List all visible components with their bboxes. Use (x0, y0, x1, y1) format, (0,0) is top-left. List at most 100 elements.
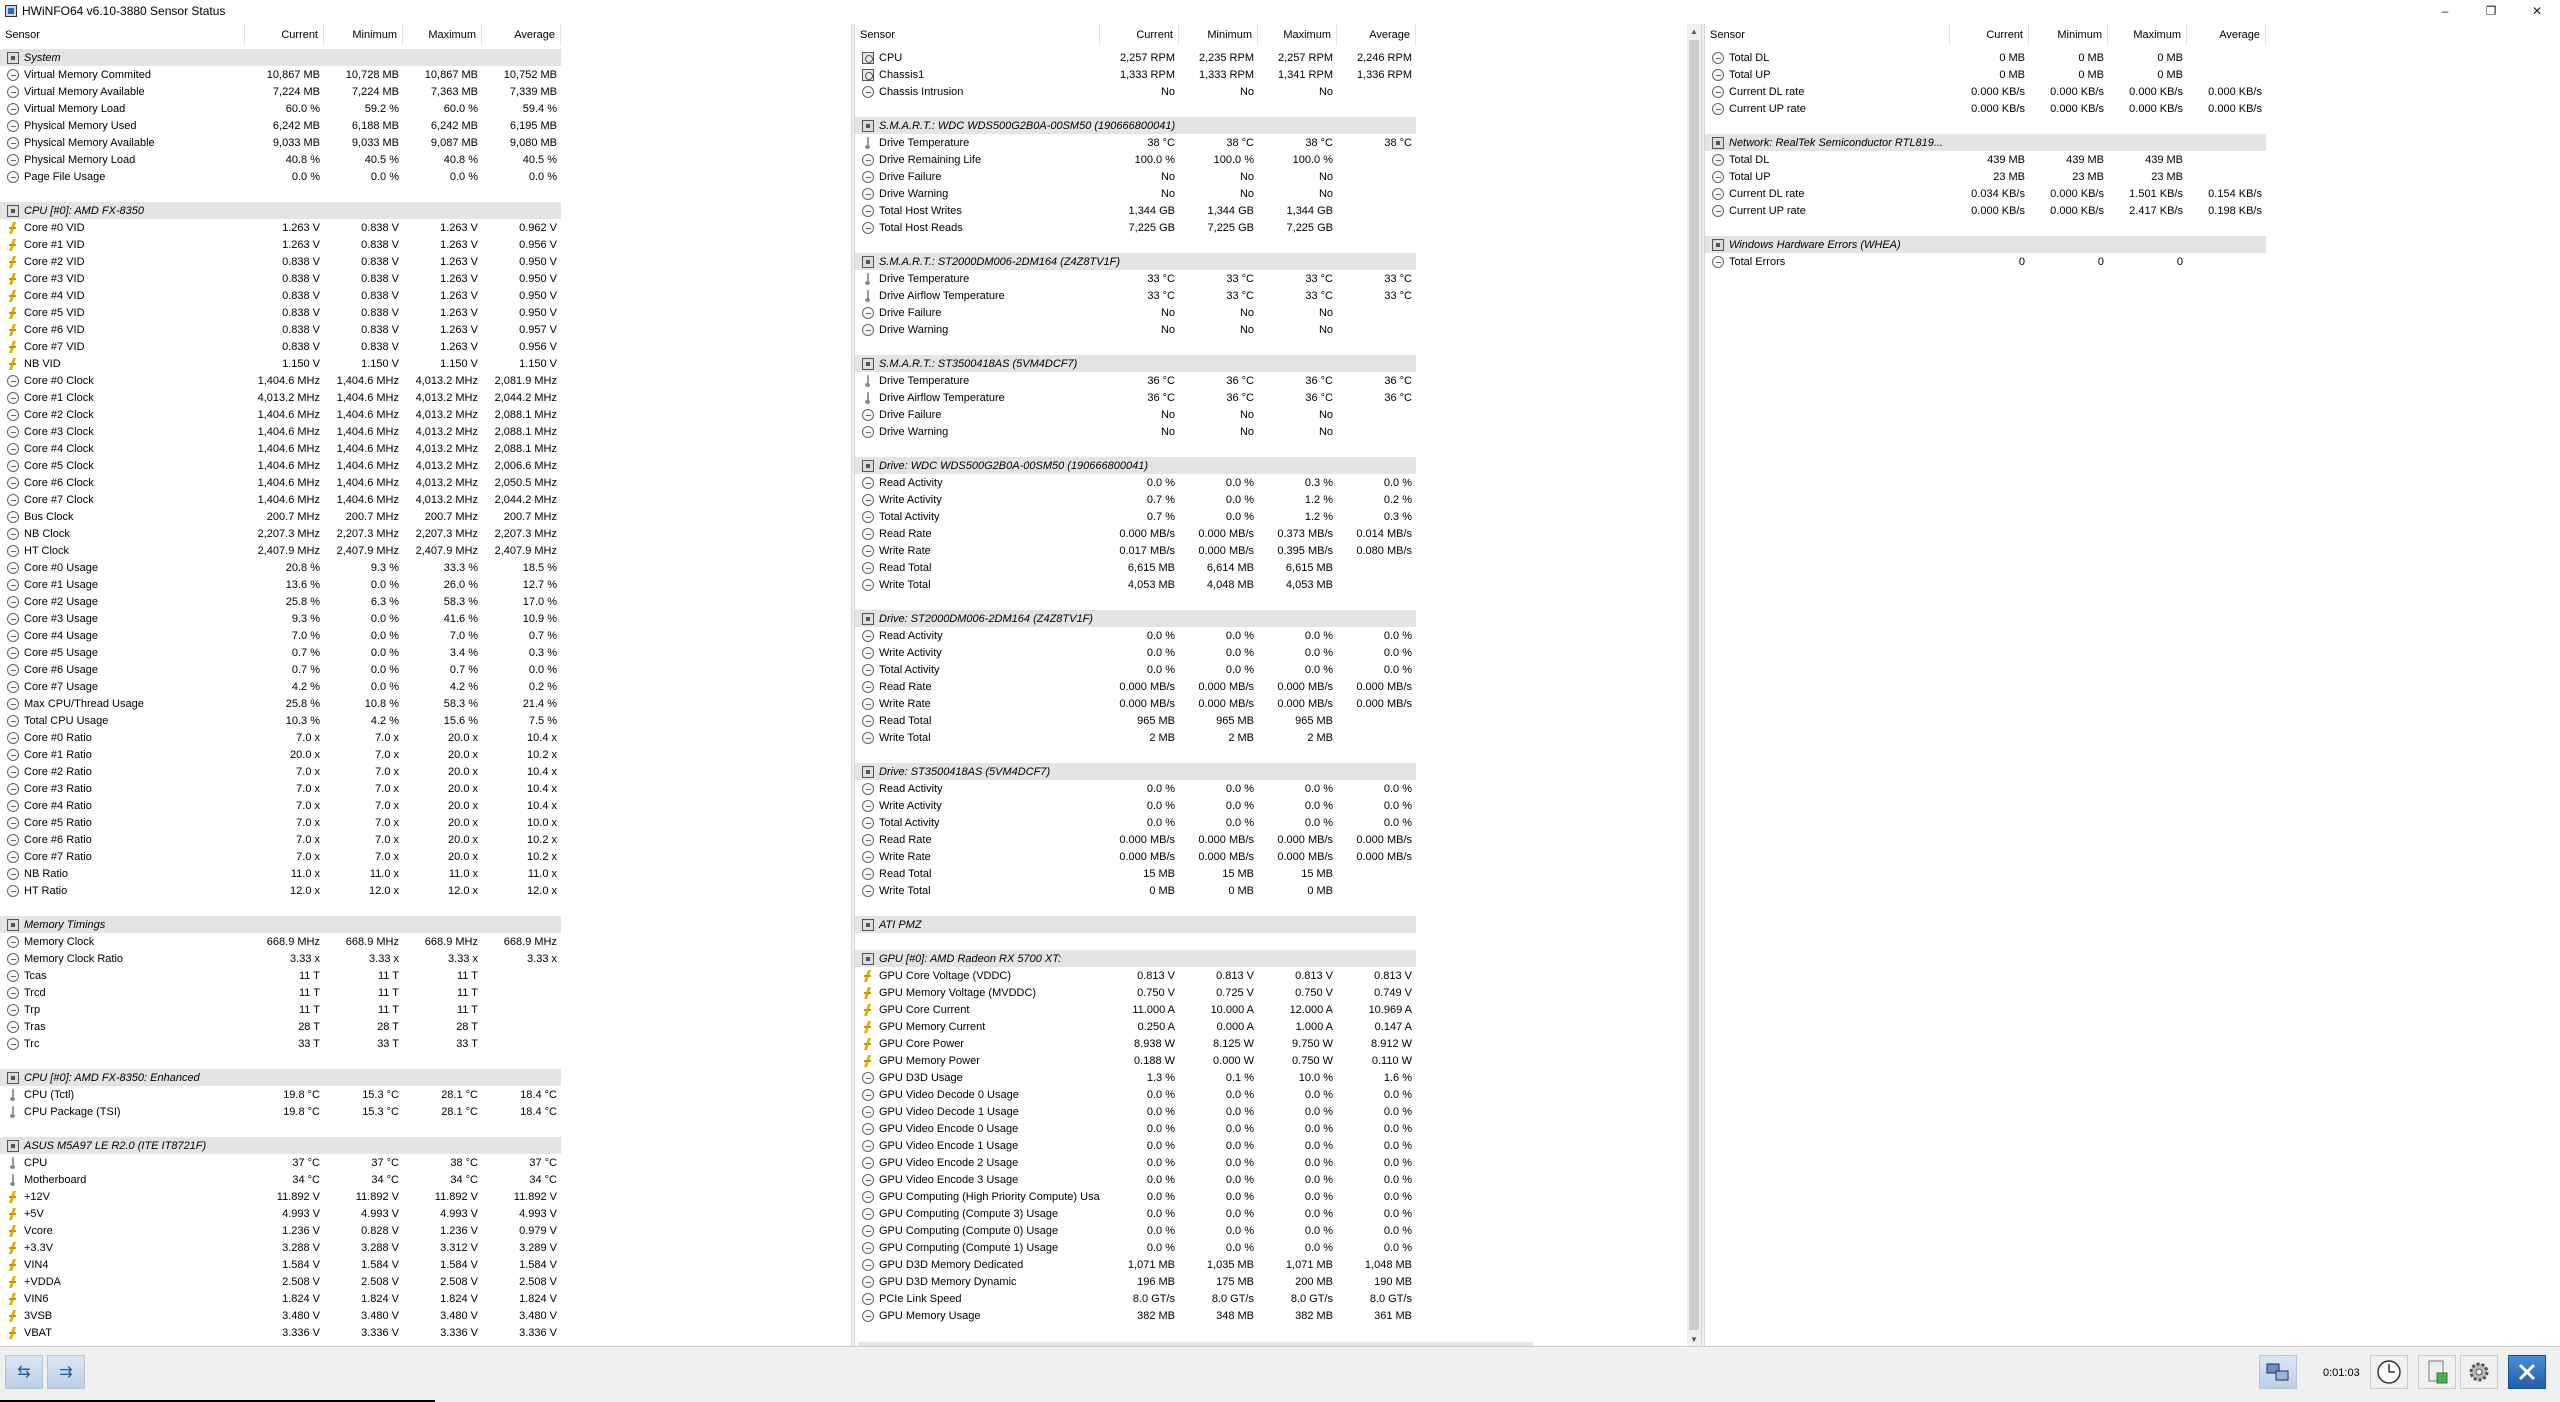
sensor-row[interactable]: Current DL rate 0.034 KB/s 0.000 KB/s 1.501… (1705, 185, 2266, 202)
sensor-group-header[interactable]: System (0, 49, 561, 66)
sensor-row[interactable]: VIN4 1.584 V 1.584 V 1.584 V 1.584 V (0, 1256, 561, 1273)
sensor-row[interactable]: GPU Computing (Compute 0) Usage 0.0 % 0.0 … (855, 1222, 1416, 1239)
scroll-thumb[interactable] (1689, 40, 1699, 1330)
sensor-group-header[interactable]: Drive: WDC WDS500G2B0A-00SM50 (190666800… (855, 457, 1416, 474)
sensor-group-header[interactable]: Drive: ST3500418AS (5VM4DCF7) (855, 763, 1416, 780)
sensor-row[interactable]: Read Total 6,615 MB 6,614 MB 6,615 MB (855, 559, 1416, 576)
sensor-row[interactable]: Core #3 VID 0.838 V 0.838 V 1.263 V 0.950 V (0, 270, 561, 287)
sensor-row[interactable]: GPU Video Encode 3 Usage 0.0 % 0.0 % 0.0 % 0… (855, 1171, 1416, 1188)
sensor-row[interactable]: Read Total 965 MB 965 MB 965 MB (855, 712, 1416, 729)
sensor-row[interactable]: GPU Memory Power 0.188 W 0.000 W 0.750 W 0.1… (855, 1052, 1416, 1069)
panel-splitter[interactable] (1701, 24, 1705, 1346)
sensor-row[interactable]: GPU Memory Usage 382 MB 348 MB 382 MB 361 MB (855, 1307, 1416, 1324)
sensor-row[interactable]: HT Ratio 12.0 x 12.0 x 12.0 x 12.0 x (0, 882, 561, 899)
sensor-row[interactable]: Write Total 0 MB 0 MB 0 MB (855, 882, 1416, 899)
sensor-row[interactable]: Read Activity 0.0 % 0.0 % 0.0 % 0.0 % (855, 780, 1416, 797)
column-header-current[interactable]: Current (1950, 24, 2029, 46)
configure-layout-button[interactable] (2259, 1355, 2297, 1389)
sensor-row[interactable]: GPU Core Power 8.938 W 8.125 W 9.750 W 8.912… (855, 1035, 1416, 1052)
sensor-row[interactable]: Drive Airflow Temperature 36 °C 36 °C 36 °C… (855, 389, 1416, 406)
sensor-row[interactable]: Core #2 Clock 1,404.6 MHz 1,404.6 MHz 4,013… (0, 406, 561, 423)
sensor-row[interactable]: Write Rate 0.017 MB/s 0.000 MB/s 0.395 MB/s… (855, 542, 1416, 559)
sensor-row[interactable]: Total Activity 0.7 % 0.0 % 1.2 % 0.3 % (855, 508, 1416, 525)
logging-button[interactable] (2418, 1355, 2456, 1389)
sensor-row[interactable]: Total Host Writes 1,344 GB 1,344 GB 1,344 G… (855, 202, 1416, 219)
sensor-group-header[interactable]: S.M.A.R.T.: ST2000DM006-2DM164 (Z4Z8TV1F… (855, 253, 1416, 270)
column-header-maximum[interactable]: Maximum (2108, 24, 2187, 46)
sensor-row[interactable]: Tcas 11 T 11 T 11 T (0, 967, 561, 984)
sensor-row[interactable]: Read Activity 0.0 % 0.0 % 0.3 % 0.0 % (855, 474, 1416, 491)
sensor-row[interactable]: Core #5 Clock 1,404.6 MHz 1,404.6 MHz 4,013… (0, 457, 561, 474)
sensor-row[interactable]: Physical Memory Used 6,242 MB 6,188 MB 6,24… (0, 117, 561, 134)
sensor-row[interactable]: Virtual Memory Load 60.0 % 59.2 % 60.0 % 59.… (0, 100, 561, 117)
sensor-row[interactable]: Drive Temperature 33 °C 33 °C 33 °C 33 °C (855, 270, 1416, 287)
sensor-row[interactable]: GPU Video Encode 0 Usage 0.0 % 0.0 % 0.0 % 0… (855, 1120, 1416, 1137)
sensor-row[interactable]: NB VID 1.150 V 1.150 V 1.150 V 1.150 V (0, 355, 561, 372)
sensor-row[interactable]: Memory Clock 668.9 MHz 668.9 MHz 668.9 MHz 6… (0, 933, 561, 950)
sensor-row[interactable]: Total Activity 0.0 % 0.0 % 0.0 % 0.0 % (855, 814, 1416, 831)
sensor-row[interactable]: Core #0 Ratio 7.0 x 7.0 x 20.0 x 10.4 x (0, 729, 561, 746)
restore-button[interactable]: ❐ (2468, 0, 2514, 22)
sensor-row[interactable]: Total CPU Usage 10.3 % 4.2 % 15.6 % 7.5 % (0, 712, 561, 729)
sensor-row[interactable]: Write Total 2 MB 2 MB 2 MB (855, 729, 1416, 746)
sensor-row[interactable]: Chassis1 1,333 RPM 1,333 RPM 1,341 RPM 1,336… (855, 66, 1416, 83)
sensor-row[interactable]: Drive Remaining Life 100.0 % 100.0 % 100.0 … (855, 151, 1416, 168)
sensor-row[interactable]: Read Rate 0.000 MB/s 0.000 MB/s 0.000 MB/s 0… (855, 678, 1416, 695)
sensor-group-header[interactable]: S.M.A.R.T.: ST3500418AS (5VM4DCF7) (855, 355, 1416, 372)
sensor-row[interactable]: GPU D3D Memory Dynamic 196 MB 175 MB 200 MB… (855, 1273, 1416, 1290)
column-header-average[interactable]: Average (482, 24, 561, 46)
sensor-row[interactable]: Core #7 VID 0.838 V 0.838 V 1.263 V 0.956 V (0, 338, 561, 355)
sensor-group-header[interactable]: ASUS M5A97 LE R2.0 (ITE IT8721F) (0, 1137, 561, 1154)
sensor-row[interactable]: Core #4 Clock 1,404.6 MHz 1,404.6 MHz 4,013… (0, 440, 561, 457)
sensor-row[interactable]: PCIe Link Speed 8.0 GT/s 8.0 GT/s 8.0 GT/s 8… (855, 1290, 1416, 1307)
column-header-minimum[interactable]: Minimum (324, 24, 403, 46)
column-header-maximum[interactable]: Maximum (403, 24, 482, 46)
sensor-row[interactable]: GPU Memory Voltage (MVDDC) 0.750 V 0.725 V… (855, 984, 1416, 1001)
sensor-group-header[interactable]: Windows Hardware Errors (WHEA) (1705, 236, 2266, 253)
sensor-row[interactable]: Drive Failure No No No (855, 168, 1416, 185)
sensor-row[interactable]: Current UP rate 0.000 KB/s 0.000 KB/s 2.417… (1705, 202, 2266, 219)
sensor-row[interactable]: GPU Video Decode 1 Usage 0.0 % 0.0 % 0.0 % 0… (855, 1103, 1416, 1120)
sensor-row[interactable]: Physical Memory Load 40.8 % 40.5 % 40.8 % 40… (0, 151, 561, 168)
column-header-sensor[interactable]: Sensor (0, 24, 245, 46)
sensor-row[interactable]: Total Activity 0.0 % 0.0 % 0.0 % 0.0 % (855, 661, 1416, 678)
sensor-row[interactable]: Core #6 Clock 1,404.6 MHz 1,404.6 MHz 4,013… (0, 474, 561, 491)
sensor-group-header[interactable]: Network: RealTek Semiconductor RTL819... (1705, 134, 2266, 151)
sensor-row[interactable]: Drive Airflow Temperature 33 °C 33 °C 33 °C… (855, 287, 1416, 304)
sensor-row[interactable]: Core #6 Ratio 7.0 x 7.0 x 20.0 x 10.2 x (0, 831, 561, 848)
sensor-row[interactable]: +12V 11.892 V 11.892 V 11.892 V 11.892 V (0, 1188, 561, 1205)
sensor-row[interactable]: Core #7 Ratio 7.0 x 7.0 x 20.0 x 10.2 x (0, 848, 561, 865)
sensor-row[interactable]: Core #3 Ratio 7.0 x 7.0 x 20.0 x 10.4 x (0, 780, 561, 797)
sensor-row[interactable]: CPU 2,257 RPM 2,235 RPM 2,257 RPM 2,246 RPM (855, 49, 1416, 66)
sensor-row[interactable]: Chassis Intrusion No No No (855, 83, 1416, 100)
sensor-row[interactable]: VBAT 3.336 V 3.336 V 3.336 V 3.336 V (0, 1324, 561, 1341)
sensor-group-header[interactable]: S.M.A.R.T.: WDC WDS500G2B0A-00SM50 (1906… (855, 117, 1416, 134)
column-header-maximum[interactable]: Maximum (1258, 24, 1337, 46)
sensor-row[interactable]: Total DL 439 MB 439 MB 439 MB (1705, 151, 2266, 168)
column-header-average[interactable]: Average (2187, 24, 2266, 46)
sensor-row[interactable]: Core #1 Usage 13.6 % 0.0 % 26.0 % 12.7 % (0, 576, 561, 593)
sensor-row[interactable]: Max CPU/Thread Usage 25.8 % 10.8 % 58.3 % 21… (0, 695, 561, 712)
sensor-row[interactable]: Core #0 Usage 20.8 % 9.3 % 33.3 % 18.5 % (0, 559, 561, 576)
sensor-row[interactable]: GPU Core Voltage (VDDC) 0.813 V 0.813 V 0.8… (855, 967, 1416, 984)
sensor-row[interactable]: NB Ratio 11.0 x 11.0 x 11.0 x 11.0 x (0, 865, 561, 882)
sensor-group-header[interactable]: ATI PMZ (855, 916, 1416, 933)
sensor-row[interactable]: Drive Warning No No No (855, 321, 1416, 338)
sensor-row[interactable]: Core #5 Usage 0.7 % 0.0 % 3.4 % 0.3 % (0, 644, 561, 661)
column-header-sensor[interactable]: Sensor (855, 24, 1100, 46)
sensor-group-header[interactable]: CPU [#0]: AMD FX-8350: Enhanced (0, 1069, 561, 1086)
sensor-row[interactable]: Drive Warning No No No (855, 423, 1416, 440)
sensor-row[interactable]: Core #7 Usage 4.2 % 0.0 % 4.2 % 0.2 % (0, 678, 561, 695)
sensor-row[interactable]: Virtual Memory Commited 10,867 MB 10,728 M… (0, 66, 561, 83)
sensor-row[interactable]: Total UP 0 MB 0 MB 0 MB (1705, 66, 2266, 83)
sensor-row[interactable]: Core #5 Ratio 7.0 x 7.0 x 20.0 x 10.0 x (0, 814, 561, 831)
sensor-group-header[interactable]: Memory Timings (0, 916, 561, 933)
sensor-row[interactable]: Core #4 Usage 7.0 % 0.0 % 7.0 % 0.7 % (0, 627, 561, 644)
sensor-row[interactable]: GPU Video Decode 0 Usage 0.0 % 0.0 % 0.0 % 0… (855, 1086, 1416, 1103)
sensor-row[interactable]: GPU D3D Memory Dedicated 1,071 MB 1,035 MB… (855, 1256, 1416, 1273)
sensor-row[interactable]: Total UP 23 MB 23 MB 23 MB (1705, 168, 2266, 185)
close-sensors-button[interactable] (2508, 1355, 2546, 1389)
sensor-row[interactable]: Memory Clock Ratio 3.33 x 3.33 x 3.33 x 3.33… (0, 950, 561, 967)
sensor-row[interactable]: GPU Computing (Compute 3) Usage 0.0 % 0.0 … (855, 1205, 1416, 1222)
sensor-row[interactable]: Read Rate 0.000 MB/s 0.000 MB/s 0.000 MB/s 0… (855, 831, 1416, 848)
